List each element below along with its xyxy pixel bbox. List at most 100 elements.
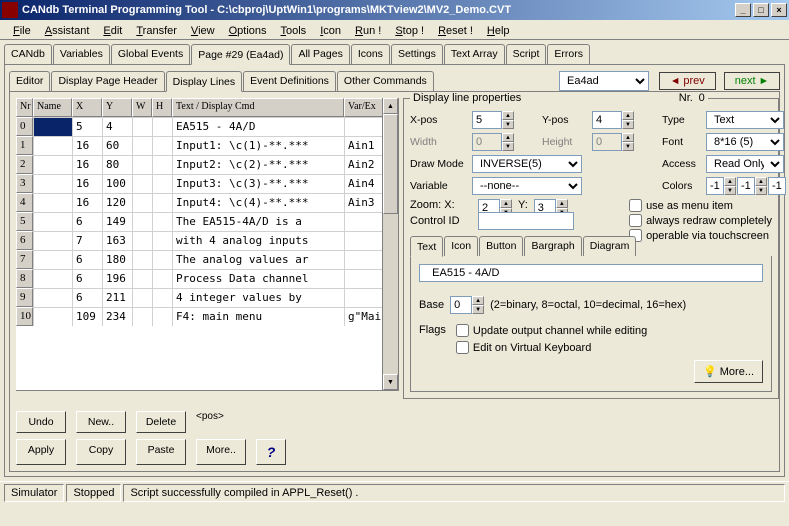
- variable-select[interactable]: --none--: [472, 177, 582, 195]
- color3-input[interactable]: [768, 177, 786, 195]
- sub-tab-display-page-header[interactable]: Display Page Header: [51, 71, 164, 91]
- display-text-input[interactable]: [419, 264, 763, 282]
- apply-button[interactable]: Apply: [16, 439, 66, 465]
- undo-button[interactable]: Undo: [16, 411, 66, 433]
- delete-button[interactable]: Delete: [136, 411, 186, 433]
- grid-header-y[interactable]: Y: [102, 98, 132, 117]
- row-number[interactable]: 4: [16, 193, 33, 212]
- row-number[interactable]: 5: [16, 212, 33, 231]
- table-cell[interactable]: 4: [102, 117, 132, 136]
- ypos-spinner[interactable]: ▲▼: [622, 111, 634, 129]
- table-cell[interactable]: 7: [72, 231, 102, 250]
- table-row[interactable]: 6 7163 with 4 analog inputs: [16, 231, 398, 250]
- paste-button[interactable]: Paste: [136, 439, 186, 465]
- table-cell[interactable]: The EA515-4A/D is a: [172, 212, 344, 231]
- table-cell[interactable]: 5: [72, 117, 102, 136]
- table-cell[interactable]: 16: [72, 155, 102, 174]
- grid-header-w[interactable]: W: [132, 98, 152, 117]
- prop-tab-diagram[interactable]: Diagram: [583, 236, 637, 256]
- table-row[interactable]: 11660Input1: \c(1)-**.***Ain1: [16, 136, 398, 155]
- menu-help[interactable]: Help: [480, 24, 517, 38]
- row-number[interactable]: 10: [16, 307, 33, 326]
- virtual-kb-checkbox[interactable]: [456, 341, 469, 354]
- table-cell[interactable]: [33, 231, 72, 250]
- main-tab-global-events[interactable]: Global Events: [111, 44, 190, 64]
- table-cell[interactable]: Process Data channel: [172, 269, 344, 288]
- scroll-thumb[interactable]: [383, 114, 398, 214]
- new-button[interactable]: New..: [76, 411, 126, 433]
- table-row[interactable]: 316100Input3: \c(3)-**.***Ain4: [16, 174, 398, 193]
- grid-header-nr[interactable]: Nr: [16, 98, 33, 117]
- type-select[interactable]: Text: [706, 111, 784, 129]
- menu-transfer[interactable]: Transfer: [129, 24, 184, 38]
- table-cell[interactable]: [152, 288, 172, 307]
- controlid-input[interactable]: [478, 212, 574, 230]
- main-tab-errors[interactable]: Errors: [547, 44, 590, 64]
- grid-header-name[interactable]: Name: [33, 98, 72, 117]
- table-cell[interactable]: Input3: \c(3)-**.***: [172, 174, 344, 193]
- close-button[interactable]: ×: [771, 3, 787, 17]
- access-select[interactable]: Read Only (0): [706, 155, 784, 173]
- table-cell[interactable]: 80: [102, 155, 132, 174]
- table-cell[interactable]: [33, 136, 72, 155]
- display-lines-grid[interactable]: NrNameXYWHText / Display CmdVar/Ex 054EA…: [16, 98, 399, 391]
- table-cell[interactable]: EA515 - 4A/D: [172, 117, 344, 136]
- menu-run[interactable]: Run !: [348, 24, 388, 38]
- copy-button[interactable]: Copy: [76, 439, 126, 465]
- table-cell[interactable]: 180: [102, 250, 132, 269]
- row-number[interactable]: 9: [16, 288, 33, 307]
- table-cell[interactable]: [33, 212, 72, 231]
- scroll-up-icon[interactable]: ▲: [383, 98, 398, 114]
- table-cell[interactable]: [152, 136, 172, 155]
- table-cell[interactable]: The analog values ar: [172, 250, 344, 269]
- font-select[interactable]: 8*16 (5): [706, 133, 784, 151]
- main-tab-page--29--ea4ad-[interactable]: Page #29 (Ea4ad): [191, 44, 290, 65]
- main-tab-text-array[interactable]: Text Array: [444, 44, 505, 64]
- prop-tab-bargraph[interactable]: Bargraph: [524, 236, 581, 256]
- table-cell[interactable]: [132, 288, 152, 307]
- table-cell[interactable]: 6: [72, 212, 102, 231]
- grid-header-x[interactable]: X: [72, 98, 102, 117]
- row-number[interactable]: 1: [16, 136, 33, 155]
- menu-tools[interactable]: Tools: [274, 24, 314, 38]
- table-row[interactable]: 86196Process Data channel: [16, 269, 398, 288]
- table-cell[interactable]: [152, 250, 172, 269]
- table-cell[interactable]: 16: [72, 174, 102, 193]
- row-number[interactable]: 7: [16, 250, 33, 269]
- table-cell[interactable]: [132, 231, 152, 250]
- color2-input[interactable]: [737, 177, 755, 195]
- redraw-checkbox[interactable]: [629, 214, 642, 227]
- table-cell[interactable]: with 4 analog inputs: [172, 231, 344, 250]
- table-cell[interactable]: 6: [72, 269, 102, 288]
- table-cell[interactable]: 16: [72, 136, 102, 155]
- table-row[interactable]: 76180The analog values ar: [16, 250, 398, 269]
- row-number[interactable]: 6: [16, 231, 33, 250]
- menu-view[interactable]: View: [184, 24, 222, 38]
- table-cell[interactable]: Input1: \c(1)-**.***: [172, 136, 344, 155]
- row-number[interactable]: 3: [16, 174, 33, 193]
- table-cell[interactable]: [33, 269, 72, 288]
- table-cell[interactable]: [152, 174, 172, 193]
- sub-tab-display-lines[interactable]: Display Lines: [166, 71, 242, 92]
- menu-reset[interactable]: Reset !: [431, 24, 480, 38]
- table-cell[interactable]: 211: [102, 288, 132, 307]
- main-tab-candb[interactable]: CANdb: [4, 44, 52, 64]
- table-cell[interactable]: 60: [102, 136, 132, 155]
- table-cell[interactable]: Input2: \c(2)-**.***: [172, 155, 344, 174]
- drawmode-select[interactable]: INVERSE(5): [472, 155, 582, 173]
- menu-assistant[interactable]: Assistant: [38, 24, 97, 38]
- scroll-down-icon[interactable]: ▼: [383, 374, 398, 390]
- table-cell[interactable]: 163: [102, 231, 132, 250]
- table-cell[interactable]: [33, 193, 72, 212]
- grid-header-h[interactable]: H: [152, 98, 172, 117]
- main-tab-variables[interactable]: Variables: [53, 44, 110, 64]
- table-cell[interactable]: [152, 117, 172, 136]
- table-cell[interactable]: [152, 231, 172, 250]
- menu-item-checkbox[interactable]: [629, 199, 642, 212]
- sub-tab-event-definitions[interactable]: Event Definitions: [243, 71, 336, 91]
- prev-page-button[interactable]: ◄ prev: [659, 72, 716, 90]
- color1-input[interactable]: [706, 177, 724, 195]
- update-channel-checkbox[interactable]: [456, 324, 469, 337]
- table-cell[interactable]: [132, 174, 152, 193]
- base-input[interactable]: [450, 296, 472, 314]
